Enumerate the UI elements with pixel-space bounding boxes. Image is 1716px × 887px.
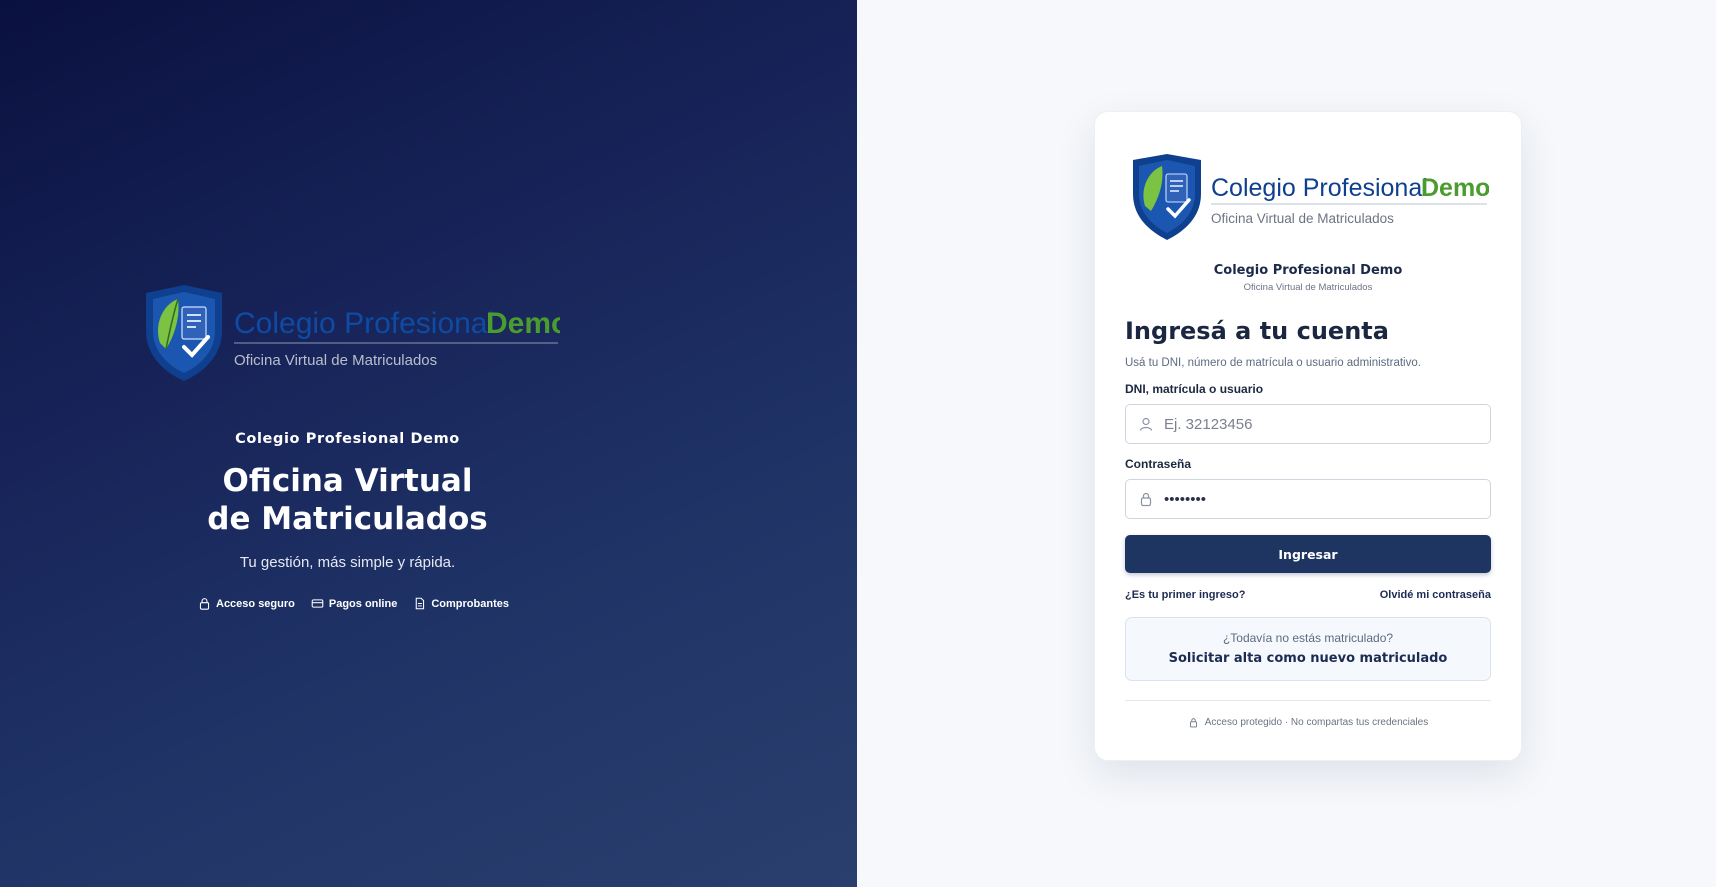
first-login-link[interactable]: ¿Es tu primer ingreso? (1125, 589, 1245, 601)
card-org-sub: Oficina Virtual de Matriculados (1243, 282, 1373, 293)
feature-label: Acceso seguro (216, 597, 295, 610)
lock-icon (199, 598, 210, 610)
login-heading: Ingresá a tu cuenta (1125, 317, 1389, 345)
security-footer: Acceso protegido · No compartas tus cred… (1095, 717, 1521, 728)
hero-logo-name: Colegio Profesional (234, 307, 494, 340)
user-label: DNI, matrícula o usuario (1125, 382, 1264, 396)
hero-logo-accent: Demo (486, 307, 560, 340)
login-card: Colegio Profesional Demo Oficina Virtual… (1094, 111, 1522, 761)
login-help-text: Usá tu DNI, número de matrícula o usuari… (1125, 357, 1421, 369)
feature-online-payments: Pagos online (311, 597, 397, 610)
hero-title-line2: de Matriculados (207, 501, 488, 537)
feature-label: Pagos online (328, 597, 398, 610)
hero-title: Oficina Virtual de Matriculados (0, 462, 695, 538)
card-logo-tagline: Oficina Virtual de Matriculados (1211, 211, 1394, 226)
user-icon (1139, 417, 1153, 431)
card-icon (311, 599, 324, 608)
user-input[interactable] (1164, 415, 1484, 433)
hero-logo: Colegio Profesional Demo Oficina Virtual… (140, 285, 569, 385)
hero-org-name: Colegio Profesional Demo (235, 431, 460, 447)
card-logo-accent: Demo (1421, 174, 1489, 202)
hero-panel: Colegio Profesional Demo Oficina Virtual… (0, 0, 857, 887)
lock-icon (1189, 718, 1197, 728)
login-button[interactable]: Ingresar (1125, 535, 1491, 573)
card-divider (1125, 700, 1491, 701)
card-logo: Colegio Profesional Demo Oficina Virtual… (1129, 154, 1490, 244)
card-logo-name: Colegio Profesional (1211, 174, 1428, 202)
password-field[interactable] (1125, 479, 1491, 519)
forgot-password-link[interactable]: Olvidé mi contraseña (1380, 589, 1491, 601)
signup-question: ¿Todavía no estás matriculado? (1222, 631, 1394, 645)
feature-secure-access: Acceso seguro (198, 597, 295, 610)
lock-icon (1140, 492, 1152, 507)
hero-title-line1: Oficina Virtual (222, 463, 473, 499)
feature-receipts: Comprobantes (413, 597, 509, 610)
password-input[interactable] (1164, 490, 1484, 508)
feature-label: Comprobantes (431, 597, 509, 610)
signup-box[interactable]: ¿Todavía no estás matriculado? Solicitar… (1125, 617, 1491, 681)
hero-features: Acceso seguro Pagos online Comprobantes (198, 597, 509, 610)
footer-note: Acceso protegido · No compartas tus cred… (1204, 717, 1429, 728)
hero-logo-tagline: Oficina Virtual de Matriculados (234, 352, 437, 369)
password-label: Contraseña (1125, 457, 1192, 471)
signup-cta[interactable]: Solicitar alta como nuevo matriculado (1126, 651, 1490, 666)
document-icon (416, 597, 425, 610)
user-field[interactable] (1125, 404, 1491, 444)
hero-subtitle: Tu gestión, más simple y rápida. (239, 554, 456, 571)
card-org-name: Colegio Profesional Demo (1213, 263, 1403, 278)
login-area: Colegio Profesional Demo Oficina Virtual… (857, 0, 1716, 887)
